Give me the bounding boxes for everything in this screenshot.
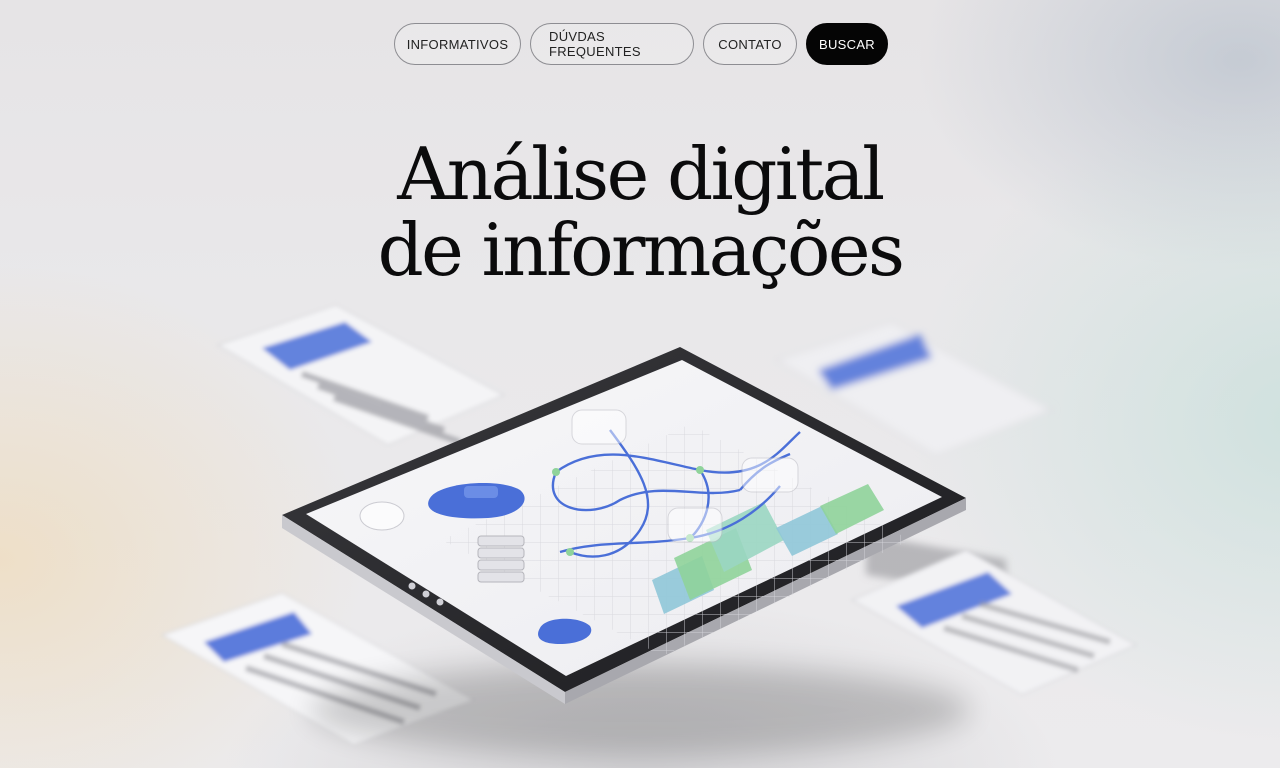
hero-title-line-1: Análise digital xyxy=(397,132,885,216)
hero-illustration xyxy=(0,290,1280,768)
document-card-icon xyxy=(216,304,506,446)
nav-item-contato[interactable]: CONTATO xyxy=(703,23,797,65)
hero-illustration-svg xyxy=(160,304,1138,756)
search-button[interactable]: BUSCAR xyxy=(806,23,888,65)
top-navigation: INFORMATIVOS DÚVDAS FREQUENTES CONTATO B… xyxy=(394,23,888,65)
nav-item-duvidas-frequentes[interactable]: DÚVDAS FREQUENTES xyxy=(530,23,694,65)
hero-title: Análise digital de informações xyxy=(0,136,1280,288)
hero-title-line-2: de informações xyxy=(377,208,905,292)
nav-item-informativos[interactable]: INFORMATIVOS xyxy=(394,23,521,65)
